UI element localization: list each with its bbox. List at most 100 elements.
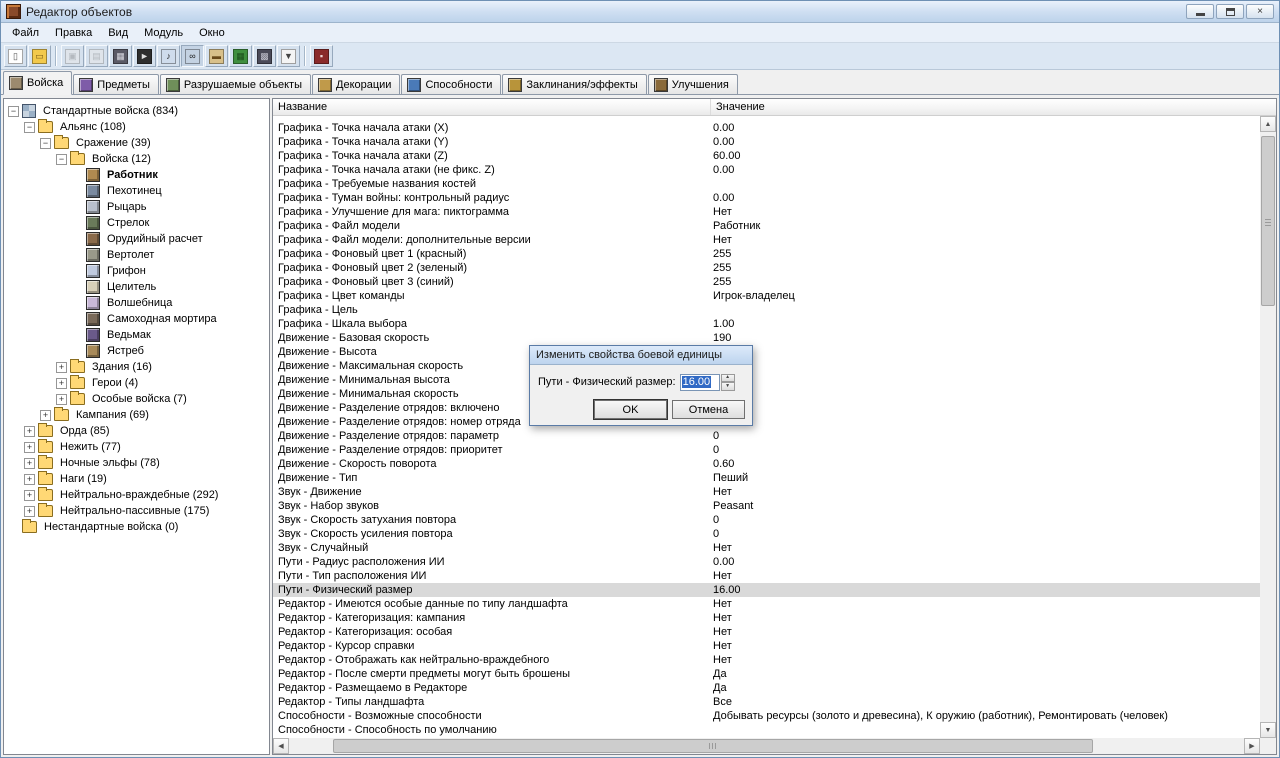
ok-button[interactable]: OK: [594, 400, 667, 419]
table-row[interactable]: Движение - Минимальная высота: [273, 373, 1260, 387]
table-row[interactable]: Графика - Точка начала атаки (Z) 60.00: [273, 149, 1260, 163]
table-row[interactable]: Редактор - Категоризация: кампания Нет: [273, 611, 1260, 625]
table-row[interactable]: Пути - Тип расположения ИИ Нет: [273, 569, 1260, 583]
sound-editor-button[interactable]: ♪: [157, 45, 180, 67]
table-row[interactable]: Редактор - Отображать как нейтрально-вра…: [273, 653, 1260, 667]
tree-item[interactable]: + Ночные эльфы (78): [4, 455, 269, 471]
expand-box[interactable]: +: [56, 393, 67, 405]
table-row[interactable]: Движение - Разделение отрядов: приоритет…: [273, 443, 1260, 457]
menu-item-pravka[interactable]: Правка: [47, 24, 100, 42]
table-row[interactable]: Звук - Движение Нет: [273, 485, 1260, 499]
tree-item[interactable]: − Войска (12): [4, 151, 269, 167]
import-manager-button[interactable]: ▼: [277, 45, 300, 67]
table-row[interactable]: Редактор - Типы ландшафта Все: [273, 695, 1260, 709]
expand-box[interactable]: +: [40, 409, 51, 421]
tree-item[interactable]: Грифон: [4, 263, 269, 279]
spinner-up-button[interactable]: ▲: [720, 373, 735, 382]
table-row[interactable]: Движение - Базовая скорость 190: [273, 331, 1260, 345]
table-row[interactable]: Звук - Случайный Нет: [273, 541, 1260, 555]
tree-item[interactable]: Орудийный расчет: [4, 231, 269, 247]
tree-item[interactable]: + Нейтрально-враждебные (292): [4, 487, 269, 503]
physical-size-input[interactable]: 16.00: [679, 373, 720, 391]
table-row[interactable]: Графика - Фоновый цвет 1 (красный) 255: [273, 247, 1260, 261]
scroll-left-button[interactable]: ◀: [273, 738, 289, 754]
collapse-box[interactable]: −: [8, 105, 19, 117]
tree-item[interactable]: + Кампания (69): [4, 407, 269, 423]
table-row[interactable]: Движение - Разделение отрядов: параметр 0: [273, 429, 1260, 443]
table-row[interactable]: Движение - Разделение отрядов: включено: [273, 401, 1260, 415]
tree-item[interactable]: + Наги (19): [4, 471, 269, 487]
tree-item[interactable]: Ведьмак: [4, 327, 269, 343]
campaign-editor-button[interactable]: ▬: [205, 45, 228, 67]
table-row[interactable]: Графика - Улучшение для мага: пиктограмм…: [273, 205, 1260, 219]
table-row[interactable]: Пути - Радиус расположения ИИ 0.00: [273, 555, 1260, 569]
table-row[interactable]: Редактор - Категоризация: особая Нет: [273, 625, 1260, 639]
tree-item[interactable]: + Нежить (77): [4, 439, 269, 455]
table-row[interactable]: Графика - Цвет команды Игрок-владелец: [273, 289, 1260, 303]
menu-item-vid[interactable]: Вид: [100, 24, 136, 42]
expand-box[interactable]: +: [24, 425, 35, 437]
titlebar[interactable]: Редактор объектов ×: [1, 1, 1279, 23]
table-row[interactable]: Звук - Скорость затухания повтора 0: [273, 513, 1260, 527]
tree-item[interactable]: + Герои (4): [4, 375, 269, 391]
expand-box[interactable]: +: [24, 489, 35, 501]
export-button[interactable]: ▪: [310, 45, 333, 67]
table-row[interactable]: Движение - Тип Пеший: [273, 471, 1260, 485]
tab-voyska[interactable]: Войска: [3, 71, 73, 95]
tree-item[interactable]: Работник: [4, 167, 269, 183]
table-row[interactable]: Движение - Максимальная скорость: [273, 359, 1260, 373]
collapse-box[interactable]: −: [56, 153, 67, 165]
expand-box[interactable]: +: [24, 505, 35, 517]
tab-predmety[interactable]: Предметы: [73, 74, 159, 94]
trigger-editor-button[interactable]: ▦: [109, 45, 132, 67]
scroll-up-button[interactable]: ▲: [1260, 116, 1276, 132]
close-button[interactable]: ×: [1246, 4, 1274, 19]
test-map-button[interactable]: ►: [133, 45, 156, 67]
table-row[interactable]: Звук - Набор звуков Peasant: [273, 499, 1260, 513]
table-row[interactable]: Графика - Фоновый цвет 3 (синий) 255: [273, 275, 1260, 289]
table-row[interactable]: Графика - Точка начала атаки (не фикс. Z…: [273, 163, 1260, 177]
table-row[interactable]: Графика - Файл модели Работник: [273, 219, 1260, 233]
menu-item-okno[interactable]: Окно: [191, 24, 233, 42]
tree-item[interactable]: Ястреб: [4, 343, 269, 359]
tree-item[interactable]: − Сражение (39): [4, 135, 269, 151]
column-header-value[interactable]: Значение: [711, 99, 1276, 115]
menu-item-modul[interactable]: Модуль: [136, 24, 191, 42]
table-row[interactable]: Графика - Туман войны: контрольный радиу…: [273, 191, 1260, 205]
tab-sposobnosti[interactable]: Способности: [401, 74, 502, 94]
tree-item[interactable]: Стрелок: [4, 215, 269, 231]
maximize-button[interactable]: [1216, 4, 1244, 19]
new-document-button[interactable]: ▯: [4, 45, 27, 67]
scroll-right-button[interactable]: ▶: [1244, 738, 1260, 754]
tree-item[interactable]: + Орда (85): [4, 423, 269, 439]
cancel-button[interactable]: Отмена: [672, 400, 745, 419]
table-row[interactable]: Редактор - Имеются особые данные по типу…: [273, 597, 1260, 611]
expand-box[interactable]: +: [24, 457, 35, 469]
table-row[interactable]: Графика - Точка начала атаки (X) 0.00: [273, 121, 1260, 135]
tree-item[interactable]: − Альянс (108): [4, 119, 269, 135]
table-row[interactable]: Движение - Разделение отрядов: номер отр…: [273, 415, 1260, 429]
scroll-down-button[interactable]: ▼: [1260, 722, 1276, 738]
dialog-titlebar[interactable]: Изменить свойства боевой единицы: [530, 346, 752, 365]
tab-dekoracii[interactable]: Декорации: [312, 74, 401, 94]
tree-item[interactable]: Целитель: [4, 279, 269, 295]
table-row[interactable]: Пути - Физический размер 16.00: [273, 583, 1260, 597]
tree-item[interactable]: + Особые войска (7): [4, 391, 269, 407]
expand-box[interactable]: +: [56, 377, 67, 389]
tree-item[interactable]: Нестандартные войска (0): [4, 519, 269, 535]
table-row[interactable]: Графика - Точка начала атаки (Y) 0.00: [273, 135, 1260, 149]
minimize-button[interactable]: [1186, 4, 1214, 19]
spinner-down-button[interactable]: ▼: [720, 382, 735, 391]
expand-box[interactable]: +: [56, 361, 67, 373]
table-row[interactable]: Графика - Требуемые названия костей: [273, 177, 1260, 191]
tree-item[interactable]: Пехотинец: [4, 183, 269, 199]
collapse-box[interactable]: −: [24, 121, 35, 133]
vertical-scroll-thumb[interactable]: [1261, 136, 1275, 306]
table-row[interactable]: Редактор - Размещаемо в Редакторе Да: [273, 681, 1260, 695]
tree-item[interactable]: + Здания (16): [4, 359, 269, 375]
table-row[interactable]: Графика - Фоновый цвет 2 (зеленый) 255: [273, 261, 1260, 275]
table-row[interactable]: Движение - Минимальная скорость: [273, 387, 1260, 401]
collapse-box[interactable]: −: [40, 137, 51, 149]
tree-item[interactable]: − Стандартные войска (834): [4, 103, 269, 119]
terrain-editor-button[interactable]: ▦: [229, 45, 252, 67]
